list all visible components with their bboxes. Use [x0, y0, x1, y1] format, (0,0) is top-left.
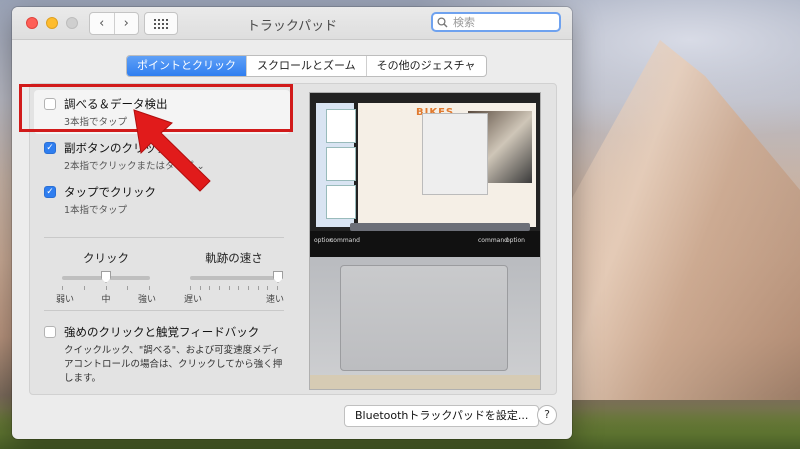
slider-label-medium: 中	[101, 295, 111, 305]
title-bar: ‹ › トラックパッド	[12, 7, 572, 40]
tab-more-gestures[interactable]: その他のジェスチャ	[365, 56, 486, 76]
option-description: クイックルック、"調べる"、および可変速度メディアコントロールの場合は、クリック…	[64, 345, 283, 384]
click-pressure-slider[interactable]	[62, 271, 150, 283]
slider-knob[interactable]	[273, 271, 283, 283]
search-input[interactable]	[451, 14, 555, 30]
slider-label-fast: 速い	[265, 295, 284, 305]
preview-keyboard-row	[310, 231, 540, 257]
option-title: 強めのクリックと触覚フィードバック	[64, 325, 260, 339]
key-option-right: option	[506, 237, 525, 244]
preview-laptop-base	[310, 375, 540, 389]
preview-laptop-screen: BIKES	[310, 93, 540, 231]
preferences-window: ‹ › トラックパッド ポイントとクリック スクロールとズーム その他のジェス	[12, 7, 572, 439]
slider-labels: 遅い 速い	[184, 292, 284, 305]
tracking-speed-slider[interactable]	[190, 271, 283, 283]
divider	[44, 237, 284, 238]
search-icon	[437, 16, 448, 27]
slider-title: クリック	[83, 251, 129, 265]
option-force-click[interactable]: 強めのクリックと触覚フィードバック クイックルック、"調べる"、および可変速度メ…	[44, 324, 284, 386]
slider-label-weak: 弱い	[56, 295, 75, 305]
preview-dock	[350, 223, 530, 231]
slider-label-strong: 強い	[137, 295, 156, 305]
slider-labels: 弱い 中 強い	[56, 292, 156, 305]
tab-bar: ポイントとクリック スクロールとズーム その他のジェスチャ	[126, 55, 487, 77]
key-command-left: command	[330, 237, 360, 244]
preview-document: BIKES	[358, 103, 536, 227]
slider-knob[interactable]	[101, 271, 111, 283]
preview-trackpad	[340, 265, 508, 371]
setup-bluetooth-trackpad-button[interactable]: Bluetoothトラックパッドを設定...	[344, 405, 540, 427]
slider-label-slow: 遅い	[184, 295, 203, 305]
slider-ticks	[190, 286, 278, 290]
tab-point-and-click[interactable]: ポイントとクリック	[127, 56, 246, 76]
help-button[interactable]: ?	[537, 405, 557, 425]
search-field[interactable]	[431, 12, 561, 32]
secondary-click-checkbox[interactable]: ✓	[44, 142, 56, 154]
tracking-speed-slider-group: 軌跡の速さ 遅い 速い	[184, 250, 284, 305]
tap-to-click-checkbox[interactable]: ✓	[44, 186, 56, 198]
annotation-arrow-icon	[133, 109, 211, 192]
preview-app-sidebar	[316, 103, 356, 227]
force-click-checkbox[interactable]	[44, 326, 56, 338]
option-subtitle: 1本指でタップ	[64, 205, 128, 216]
key-command-right: command	[478, 237, 508, 244]
divider	[44, 310, 284, 311]
wallpaper-dune	[540, 40, 800, 400]
gesture-preview-video: BIKES option command command option	[309, 92, 541, 390]
preview-lookup-popup	[422, 113, 488, 195]
slider-ticks	[62, 286, 150, 290]
click-pressure-slider-group: クリック 弱い 中 強い	[56, 250, 156, 305]
tab-scroll-and-zoom[interactable]: スクロールとズーム	[246, 56, 366, 76]
checkmark-icon: ✓	[46, 186, 54, 197]
slider-title: 軌跡の速さ	[205, 251, 263, 265]
checkmark-icon: ✓	[46, 142, 54, 153]
